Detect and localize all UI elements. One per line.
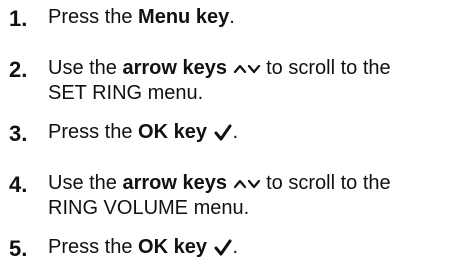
step-text: Use the arrow keys to scroll to the RING… bbox=[48, 171, 458, 221]
step-number: 4. bbox=[9, 172, 28, 197]
key-name: arrow keys bbox=[122, 57, 227, 79]
instruction-list: 1. Press the Menu key. 2. Use the arrow … bbox=[0, 0, 462, 261]
checkmark-icon bbox=[214, 124, 232, 141]
step-suffix: to scroll to the bbox=[260, 57, 391, 79]
step-prefix: Use the bbox=[48, 172, 123, 194]
step-number: 2. bbox=[9, 57, 28, 82]
step-number: 3. bbox=[9, 121, 28, 146]
step-suffix: . bbox=[232, 121, 239, 143]
step-text: Press the OK key . bbox=[48, 120, 458, 145]
step-suffix: . bbox=[229, 6, 235, 28]
step-text: Use the arrow keys to scroll to the SET … bbox=[48, 56, 458, 106]
key-name: OK key bbox=[138, 121, 207, 143]
step-number: 1. bbox=[9, 6, 28, 31]
key-name: OK key bbox=[138, 236, 207, 258]
step-prefix: Use the bbox=[48, 57, 123, 79]
caret-down-icon bbox=[247, 64, 260, 73]
caret-up-icon bbox=[233, 179, 246, 188]
step-continuation: RING VOLUME menu. bbox=[48, 197, 250, 219]
key-name: Menu key bbox=[138, 6, 230, 28]
caret-up-icon bbox=[233, 64, 246, 73]
step-suffix: . bbox=[232, 236, 239, 258]
step-text: Press the Menu key. bbox=[48, 5, 458, 30]
key-name: arrow keys bbox=[122, 172, 227, 194]
step-prefix: Press the bbox=[48, 121, 139, 143]
step-continuation: SET RING menu. bbox=[48, 82, 204, 104]
step-prefix: Press the bbox=[48, 236, 139, 258]
caret-down-icon bbox=[247, 179, 260, 188]
step-prefix: Press the bbox=[48, 6, 139, 28]
step-number: 5. bbox=[9, 236, 28, 261]
step-suffix: to scroll to the bbox=[260, 172, 391, 194]
